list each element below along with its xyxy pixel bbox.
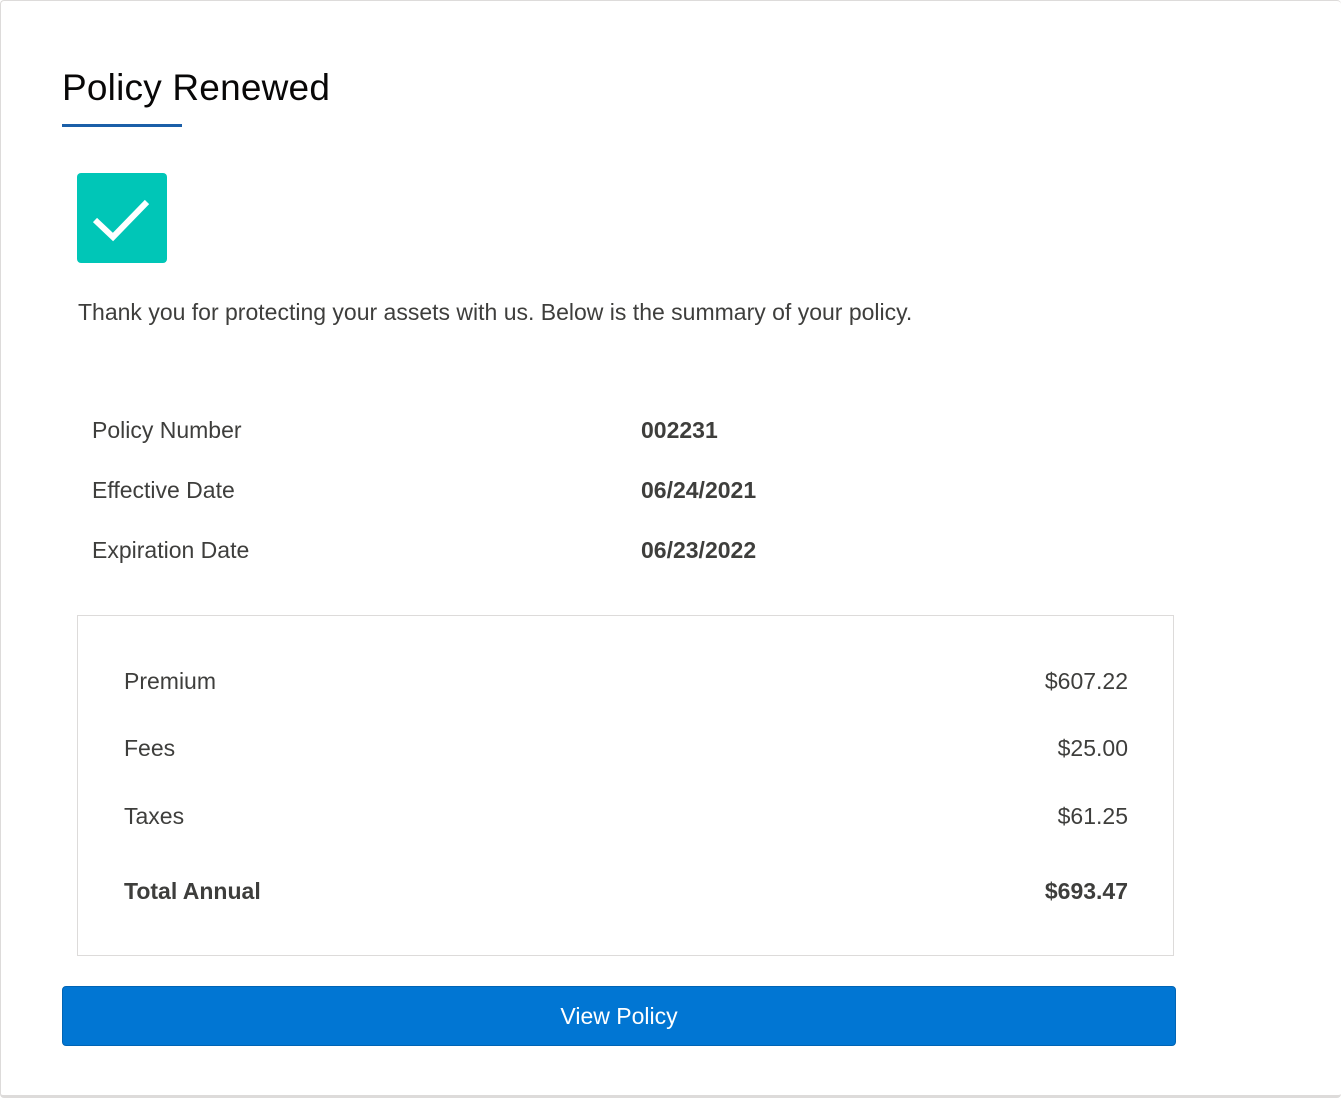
policy-number-label: Policy Number <box>92 417 242 443</box>
total-annual-value: $693.47 <box>1044 878 1128 904</box>
policy-number-value: 002231 <box>641 417 718 443</box>
taxes-row: Taxes $61.25 <box>124 803 1128 837</box>
checkmark-icon <box>92 199 150 242</box>
effective-date-label: Effective Date <box>92 477 235 503</box>
fees-row: Fees $25.00 <box>124 735 1128 769</box>
premium-summary-box: Premium $607.22 Fees $25.00 Taxes $61.25… <box>77 615 1174 956</box>
success-badge <box>77 173 167 263</box>
policy-renewal-card: Policy Renewed Thank you for protecting … <box>0 0 1341 1098</box>
total-annual-label: Total Annual <box>124 878 261 904</box>
page-title: Policy Renewed <box>62 67 331 108</box>
total-annual-row: Total Annual $693.47 <box>124 878 1128 912</box>
expiration-date-label: Expiration Date <box>92 537 250 563</box>
effective-date-row: Effective Date 06/24/2021 <box>92 477 892 511</box>
view-policy-button[interactable]: View Policy <box>62 986 1176 1046</box>
expiration-date-row: Expiration Date 06/23/2022 <box>92 537 892 571</box>
effective-date-value: 06/24/2021 <box>641 477 757 503</box>
premium-label: Premium <box>124 668 217 694</box>
fees-value: $25.00 <box>1057 735 1128 761</box>
policy-number-row: Policy Number 002231 <box>92 417 892 451</box>
confirmation-message: Thank you for protecting your assets wit… <box>78 299 913 325</box>
title-underline <box>62 124 182 127</box>
premium-row: Premium $607.22 <box>124 668 1128 702</box>
fees-label: Fees <box>124 735 176 761</box>
taxes-value: $61.25 <box>1057 803 1128 829</box>
taxes-label: Taxes <box>124 803 185 829</box>
expiration-date-value: 06/23/2022 <box>641 537 757 563</box>
premium-value: $607.22 <box>1044 668 1128 694</box>
